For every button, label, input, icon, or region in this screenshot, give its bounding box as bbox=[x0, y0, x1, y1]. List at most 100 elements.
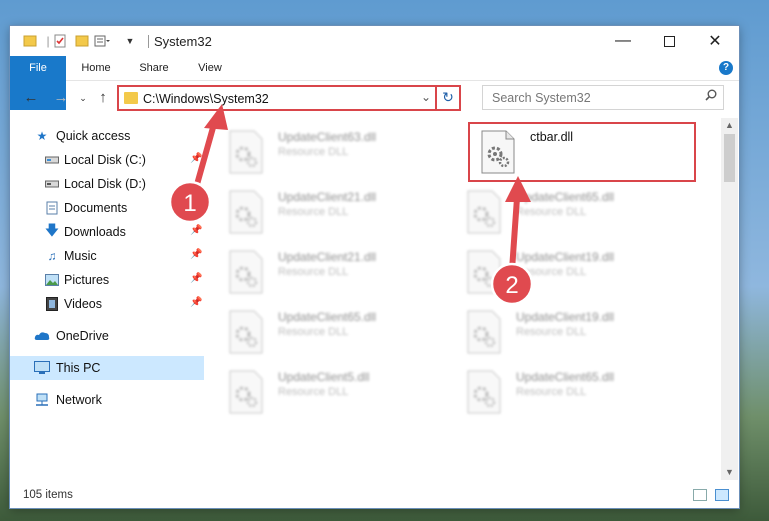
file-type: Resource DLL bbox=[516, 266, 587, 278]
pin-icon[interactable]: 📌 bbox=[190, 153, 202, 164]
scrollbar-thumb[interactable] bbox=[724, 134, 735, 182]
file-type: Resource DLL bbox=[278, 266, 349, 278]
up-icon[interactable]: ↑ bbox=[94, 89, 112, 107]
dll-file-icon bbox=[229, 250, 263, 294]
folder-icon bbox=[124, 92, 138, 104]
view-options-icon[interactable] bbox=[94, 33, 110, 49]
search-input[interactable]: Search System32 bbox=[482, 85, 724, 110]
nav-item-onedrive[interactable]: OneDrive bbox=[10, 324, 204, 348]
file-type: Resource DLL bbox=[516, 206, 587, 218]
nav-item-label: Network bbox=[56, 393, 102, 407]
file-item[interactable]: UpdateClient19.dll Resource DLL bbox=[446, 244, 676, 298]
pin-icon[interactable]: 📌 bbox=[190, 297, 202, 308]
drive-icon bbox=[44, 176, 60, 192]
file-item[interactable]: UpdateClient5.dll Resource DLL bbox=[208, 364, 438, 418]
file-item[interactable]: UpdateClient19.dll Resource DLL bbox=[446, 304, 676, 358]
nav-item-this-pc[interactable]: This PC bbox=[10, 356, 204, 380]
pin-icon[interactable]: 📌 bbox=[190, 273, 202, 284]
nav-item-local-disk-c[interactable]: Local Disk (C:) 📌 bbox=[10, 148, 204, 172]
dll-file-icon bbox=[467, 250, 501, 294]
nav-item-label: Videos bbox=[64, 297, 102, 311]
file-item[interactable]: UpdateClient65.dll Resource DLL bbox=[208, 304, 438, 358]
minimize-icon[interactable]: — bbox=[600, 26, 646, 56]
file-type: Resource DLL bbox=[516, 326, 587, 338]
maximize-icon[interactable] bbox=[646, 26, 692, 56]
back-icon[interactable]: ← bbox=[22, 89, 40, 107]
item-count: 105 items bbox=[23, 489, 73, 501]
nav-item-label: This PC bbox=[56, 361, 101, 375]
forward-icon[interactable]: → bbox=[52, 89, 70, 107]
file-type: Resource DLL bbox=[278, 386, 349, 398]
customize-toolbar-icon[interactable]: ▼ bbox=[122, 33, 138, 49]
pin-icon[interactable]: 📌 bbox=[190, 201, 202, 212]
file-type: Resource DLL bbox=[278, 326, 349, 338]
vertical-scrollbar[interactable]: ▲ ▼ bbox=[721, 118, 738, 480]
title-bar: | ▼ System32 — ✕ bbox=[10, 26, 739, 56]
dll-file-icon bbox=[467, 370, 501, 414]
file-type: Resource DLL bbox=[278, 146, 349, 158]
status-bar: 105 items bbox=[10, 484, 739, 508]
nav-item-label: Downloads bbox=[64, 225, 126, 239]
dll-file-icon bbox=[229, 190, 263, 234]
nav-item-label: Local Disk (D:) bbox=[64, 177, 146, 191]
tab-view[interactable]: View bbox=[190, 56, 230, 80]
dll-file-icon bbox=[229, 310, 263, 354]
scroll-up-icon[interactable]: ▲ bbox=[725, 120, 734, 130]
file-name: UpdateClient65.dll bbox=[516, 370, 615, 384]
download-icon: 🡇 bbox=[44, 222, 60, 238]
file-name: UpdateClient19.dll bbox=[516, 310, 615, 324]
close-icon[interactable]: ✕ bbox=[692, 26, 738, 56]
title-divider bbox=[148, 35, 149, 48]
nav-item-label: Documents bbox=[64, 201, 128, 215]
details-view-icon[interactable] bbox=[693, 489, 707, 501]
file-name: UpdateClient65.dll bbox=[278, 310, 377, 324]
address-bar[interactable]: C:\Windows\System32 ⌄ ↻ bbox=[117, 85, 461, 111]
navigation-pane: ★ Quick access Local Disk (C:) 📌 Local D… bbox=[10, 122, 204, 480]
tab-home[interactable]: Home bbox=[76, 56, 116, 80]
file-item[interactable]: UpdateClient65.dll Resource DLL bbox=[446, 364, 676, 418]
nav-item-downloads[interactable]: 🡇 Downloads 📌 bbox=[10, 220, 204, 244]
ribbon: File Home Share View ? bbox=[10, 56, 739, 110]
nav-item-label: Pictures bbox=[64, 273, 110, 287]
new-folder-icon[interactable] bbox=[74, 33, 90, 49]
star-icon: ★ bbox=[36, 129, 48, 143]
dll-file-icon bbox=[229, 370, 263, 414]
nav-item-documents[interactable]: Documents 📌 bbox=[10, 196, 204, 220]
file-type: Resource DLL bbox=[516, 386, 587, 398]
nav-item-label: OneDrive bbox=[56, 329, 109, 343]
explorer-window: | ▼ System32 — ✕ File Home Share View ? … bbox=[10, 26, 739, 508]
pin-icon[interactable]: 📌 bbox=[190, 249, 202, 260]
file-name: UpdateClient65.dll bbox=[516, 190, 615, 204]
nav-item-quick-access[interactable]: ★ Quick access bbox=[10, 124, 204, 148]
recent-locations-icon[interactable]: ⌄ bbox=[74, 89, 92, 107]
computer-icon bbox=[34, 360, 50, 376]
nav-item-network[interactable]: Network bbox=[10, 388, 204, 412]
nav-item-label: Music bbox=[64, 249, 97, 263]
properties-icon[interactable] bbox=[52, 33, 68, 49]
help-icon[interactable]: ? bbox=[719, 61, 733, 75]
address-path[interactable]: C:\Windows\System32 bbox=[143, 92, 269, 106]
folder-icon bbox=[22, 33, 38, 49]
nav-item-local-disk-d[interactable]: Local Disk (D:) bbox=[10, 172, 204, 196]
file-item[interactable]: UpdateClient21.dll Resource DLL bbox=[208, 184, 438, 238]
window-title: System32 bbox=[154, 34, 212, 49]
scroll-down-icon[interactable]: ▼ bbox=[725, 467, 734, 477]
pictures-icon bbox=[44, 272, 60, 288]
pin-icon[interactable]: 📌 bbox=[190, 225, 202, 236]
nav-item-music[interactable]: ♫ Music 📌 bbox=[10, 244, 204, 268]
file-item[interactable]: UpdateClient65.dll Resource DLL bbox=[446, 184, 676, 238]
file-type: Resource DLL bbox=[278, 206, 349, 218]
file-item[interactable]: UpdateClient63.dll Resource DLL bbox=[208, 124, 438, 178]
tab-share[interactable]: Share bbox=[132, 56, 176, 80]
large-icons-view-icon[interactable] bbox=[715, 489, 729, 501]
nav-item-videos[interactable]: Videos 📌 bbox=[10, 292, 204, 316]
search-placeholder: Search System32 bbox=[492, 91, 591, 105]
search-icon[interactable] bbox=[705, 89, 717, 104]
chevron-down-icon[interactable]: ⌄ bbox=[421, 90, 431, 104]
highlight-box bbox=[468, 122, 696, 182]
nav-item-label: Quick access bbox=[56, 129, 131, 143]
file-item[interactable]: UpdateClient21.dll Resource DLL bbox=[208, 244, 438, 298]
refresh-icon[interactable]: ↻ bbox=[435, 87, 459, 109]
music-icon: ♫ bbox=[47, 249, 57, 263]
nav-item-pictures[interactable]: Pictures 📌 bbox=[10, 268, 204, 292]
